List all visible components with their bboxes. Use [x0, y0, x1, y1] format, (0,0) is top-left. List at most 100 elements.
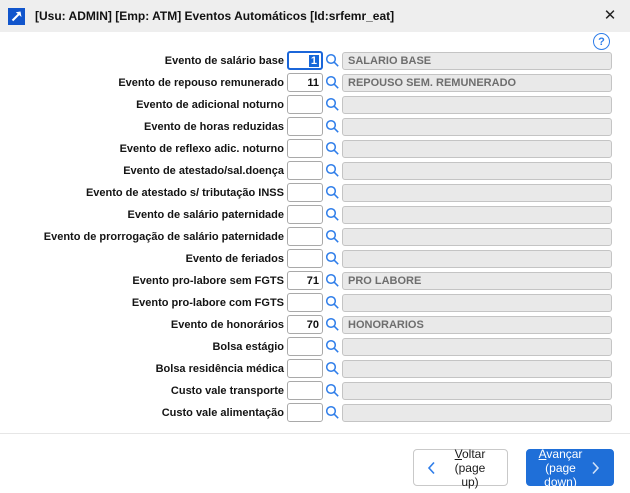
field-label: Evento pro-labore sem FGTS — [0, 275, 287, 287]
form-row: Evento de salário base 1 SALARIO BASE — [0, 51, 630, 70]
form-row: Evento de honorários 70 HONORARIOS — [0, 315, 630, 334]
event-description-field — [342, 140, 612, 158]
event-description-field — [342, 382, 612, 400]
event-description-field — [342, 404, 612, 422]
form-row: Evento de reflexo adic. noturno — [0, 139, 630, 158]
title-bar: [Usu: ADMIN] [Emp: ATM] Eventos Automáti… — [0, 0, 630, 32]
search-icon[interactable] — [325, 251, 340, 266]
event-code-input[interactable] — [287, 337, 323, 356]
search-icon[interactable] — [325, 97, 340, 112]
form-row: Evento pro-labore com FGTS — [0, 293, 630, 312]
field-label: Evento de salário paternidade — [0, 209, 287, 221]
event-code-input[interactable] — [287, 403, 323, 422]
footer: Voltar (page up) Avançar (page down) — [413, 449, 614, 486]
event-code-input[interactable]: 70 — [287, 315, 323, 334]
search-icon[interactable] — [325, 141, 340, 156]
event-code-input[interactable] — [287, 95, 323, 114]
chevron-right-icon — [590, 460, 601, 476]
event-code-input[interactable] — [287, 249, 323, 268]
form-row: Evento de atestado s/ tributação INSS — [0, 183, 630, 202]
field-label: Bolsa residência médica — [0, 363, 287, 375]
search-icon[interactable] — [325, 207, 340, 222]
event-description-field: HONORARIOS — [342, 316, 612, 334]
field-label: Evento de horas reduzidas — [0, 121, 287, 133]
form-row: Evento de horas reduzidas — [0, 117, 630, 136]
form-rows: Evento de salário base 1 SALARIO BASE Ev… — [0, 32, 630, 425]
event-code-input[interactable] — [287, 381, 323, 400]
event-description-field: PRO LABORE — [342, 272, 612, 290]
form-row: Evento de feriados — [0, 249, 630, 268]
event-description-field — [342, 118, 612, 136]
form-row: Custo vale alimentação — [0, 403, 630, 422]
search-icon[interactable] — [325, 317, 340, 332]
search-icon[interactable] — [325, 295, 340, 310]
event-description-field — [342, 96, 612, 114]
event-description-field — [342, 360, 612, 378]
event-code-input[interactable] — [287, 227, 323, 246]
field-label: Evento de repouso remunerado — [0, 77, 287, 89]
event-code-input[interactable] — [287, 293, 323, 312]
search-icon[interactable] — [325, 361, 340, 376]
search-icon[interactable] — [325, 185, 340, 200]
window-title: [Usu: ADMIN] [Emp: ATM] Eventos Automáti… — [35, 9, 394, 23]
field-label: Evento de reflexo adic. noturno — [0, 143, 287, 155]
footer-separator — [0, 433, 630, 434]
event-description-field: SALARIO BASE — [342, 52, 612, 70]
form-row: Evento de salário paternidade — [0, 205, 630, 224]
field-label: Evento de atestado s/ tributação INSS — [0, 187, 287, 199]
event-description-field: REPOUSO SEM. REMUNERADO — [342, 74, 612, 92]
event-code-input[interactable]: 1 — [287, 51, 323, 70]
form-row: Evento de atestado/sal.doença — [0, 161, 630, 180]
back-button-sublabel: (page up) — [445, 461, 495, 489]
field-label: Evento pro-labore com FGTS — [0, 297, 287, 309]
field-label: Custo vale alimentação — [0, 407, 287, 419]
close-icon[interactable]: ✕ — [600, 6, 620, 26]
app-icon — [8, 8, 25, 25]
chevron-left-icon — [426, 460, 437, 476]
field-label: Bolsa estágio — [0, 341, 287, 353]
event-code-input[interactable] — [287, 117, 323, 136]
back-button[interactable]: Voltar (page up) — [413, 449, 508, 486]
search-icon[interactable] — [325, 75, 340, 90]
search-icon[interactable] — [325, 339, 340, 354]
event-code-input[interactable] — [287, 139, 323, 158]
next-button-sublabel: (page down) — [539, 461, 583, 489]
field-label: Evento de prorrogação de salário paterni… — [0, 231, 287, 243]
field-label: Custo vale transporte — [0, 385, 287, 397]
field-label: Evento de salário base — [0, 55, 287, 67]
search-icon[interactable] — [325, 273, 340, 288]
field-label: Evento de honorários — [0, 319, 287, 331]
event-code-input[interactable] — [287, 161, 323, 180]
event-description-field — [342, 338, 612, 356]
event-code-input[interactable] — [287, 183, 323, 202]
search-icon[interactable] — [325, 163, 340, 178]
event-code-input[interactable] — [287, 205, 323, 224]
event-description-field — [342, 250, 612, 268]
event-description-field — [342, 228, 612, 246]
event-description-field — [342, 184, 612, 202]
search-icon[interactable] — [325, 119, 340, 134]
event-code-input[interactable]: 11 — [287, 73, 323, 92]
search-icon[interactable] — [325, 53, 340, 68]
next-button[interactable]: Avançar (page down) — [526, 449, 614, 486]
form-row: Custo vale transporte — [0, 381, 630, 400]
field-label: Evento de atestado/sal.doença — [0, 165, 287, 177]
back-button-label: Voltar — [445, 447, 495, 461]
field-label: Evento de adicional noturno — [0, 99, 287, 111]
event-description-field — [342, 162, 612, 180]
event-description-field — [342, 294, 612, 312]
event-description-field — [342, 206, 612, 224]
search-icon[interactable] — [325, 383, 340, 398]
form-row: Evento de prorrogação de salário paterni… — [0, 227, 630, 246]
next-button-label: Avançar — [539, 447, 583, 461]
search-icon[interactable] — [325, 405, 340, 420]
event-code-input[interactable]: 71 — [287, 271, 323, 290]
search-icon[interactable] — [325, 229, 340, 244]
form-row: Evento de adicional noturno — [0, 95, 630, 114]
form-row: Evento pro-labore sem FGTS 71 PRO LABORE — [0, 271, 630, 290]
form-row: Bolsa estágio — [0, 337, 630, 356]
event-code-input[interactable] — [287, 359, 323, 378]
field-label: Evento de feriados — [0, 253, 287, 265]
form-row: Evento de repouso remunerado 11 REPOUSO … — [0, 73, 630, 92]
form-row: Bolsa residência médica — [0, 359, 630, 378]
